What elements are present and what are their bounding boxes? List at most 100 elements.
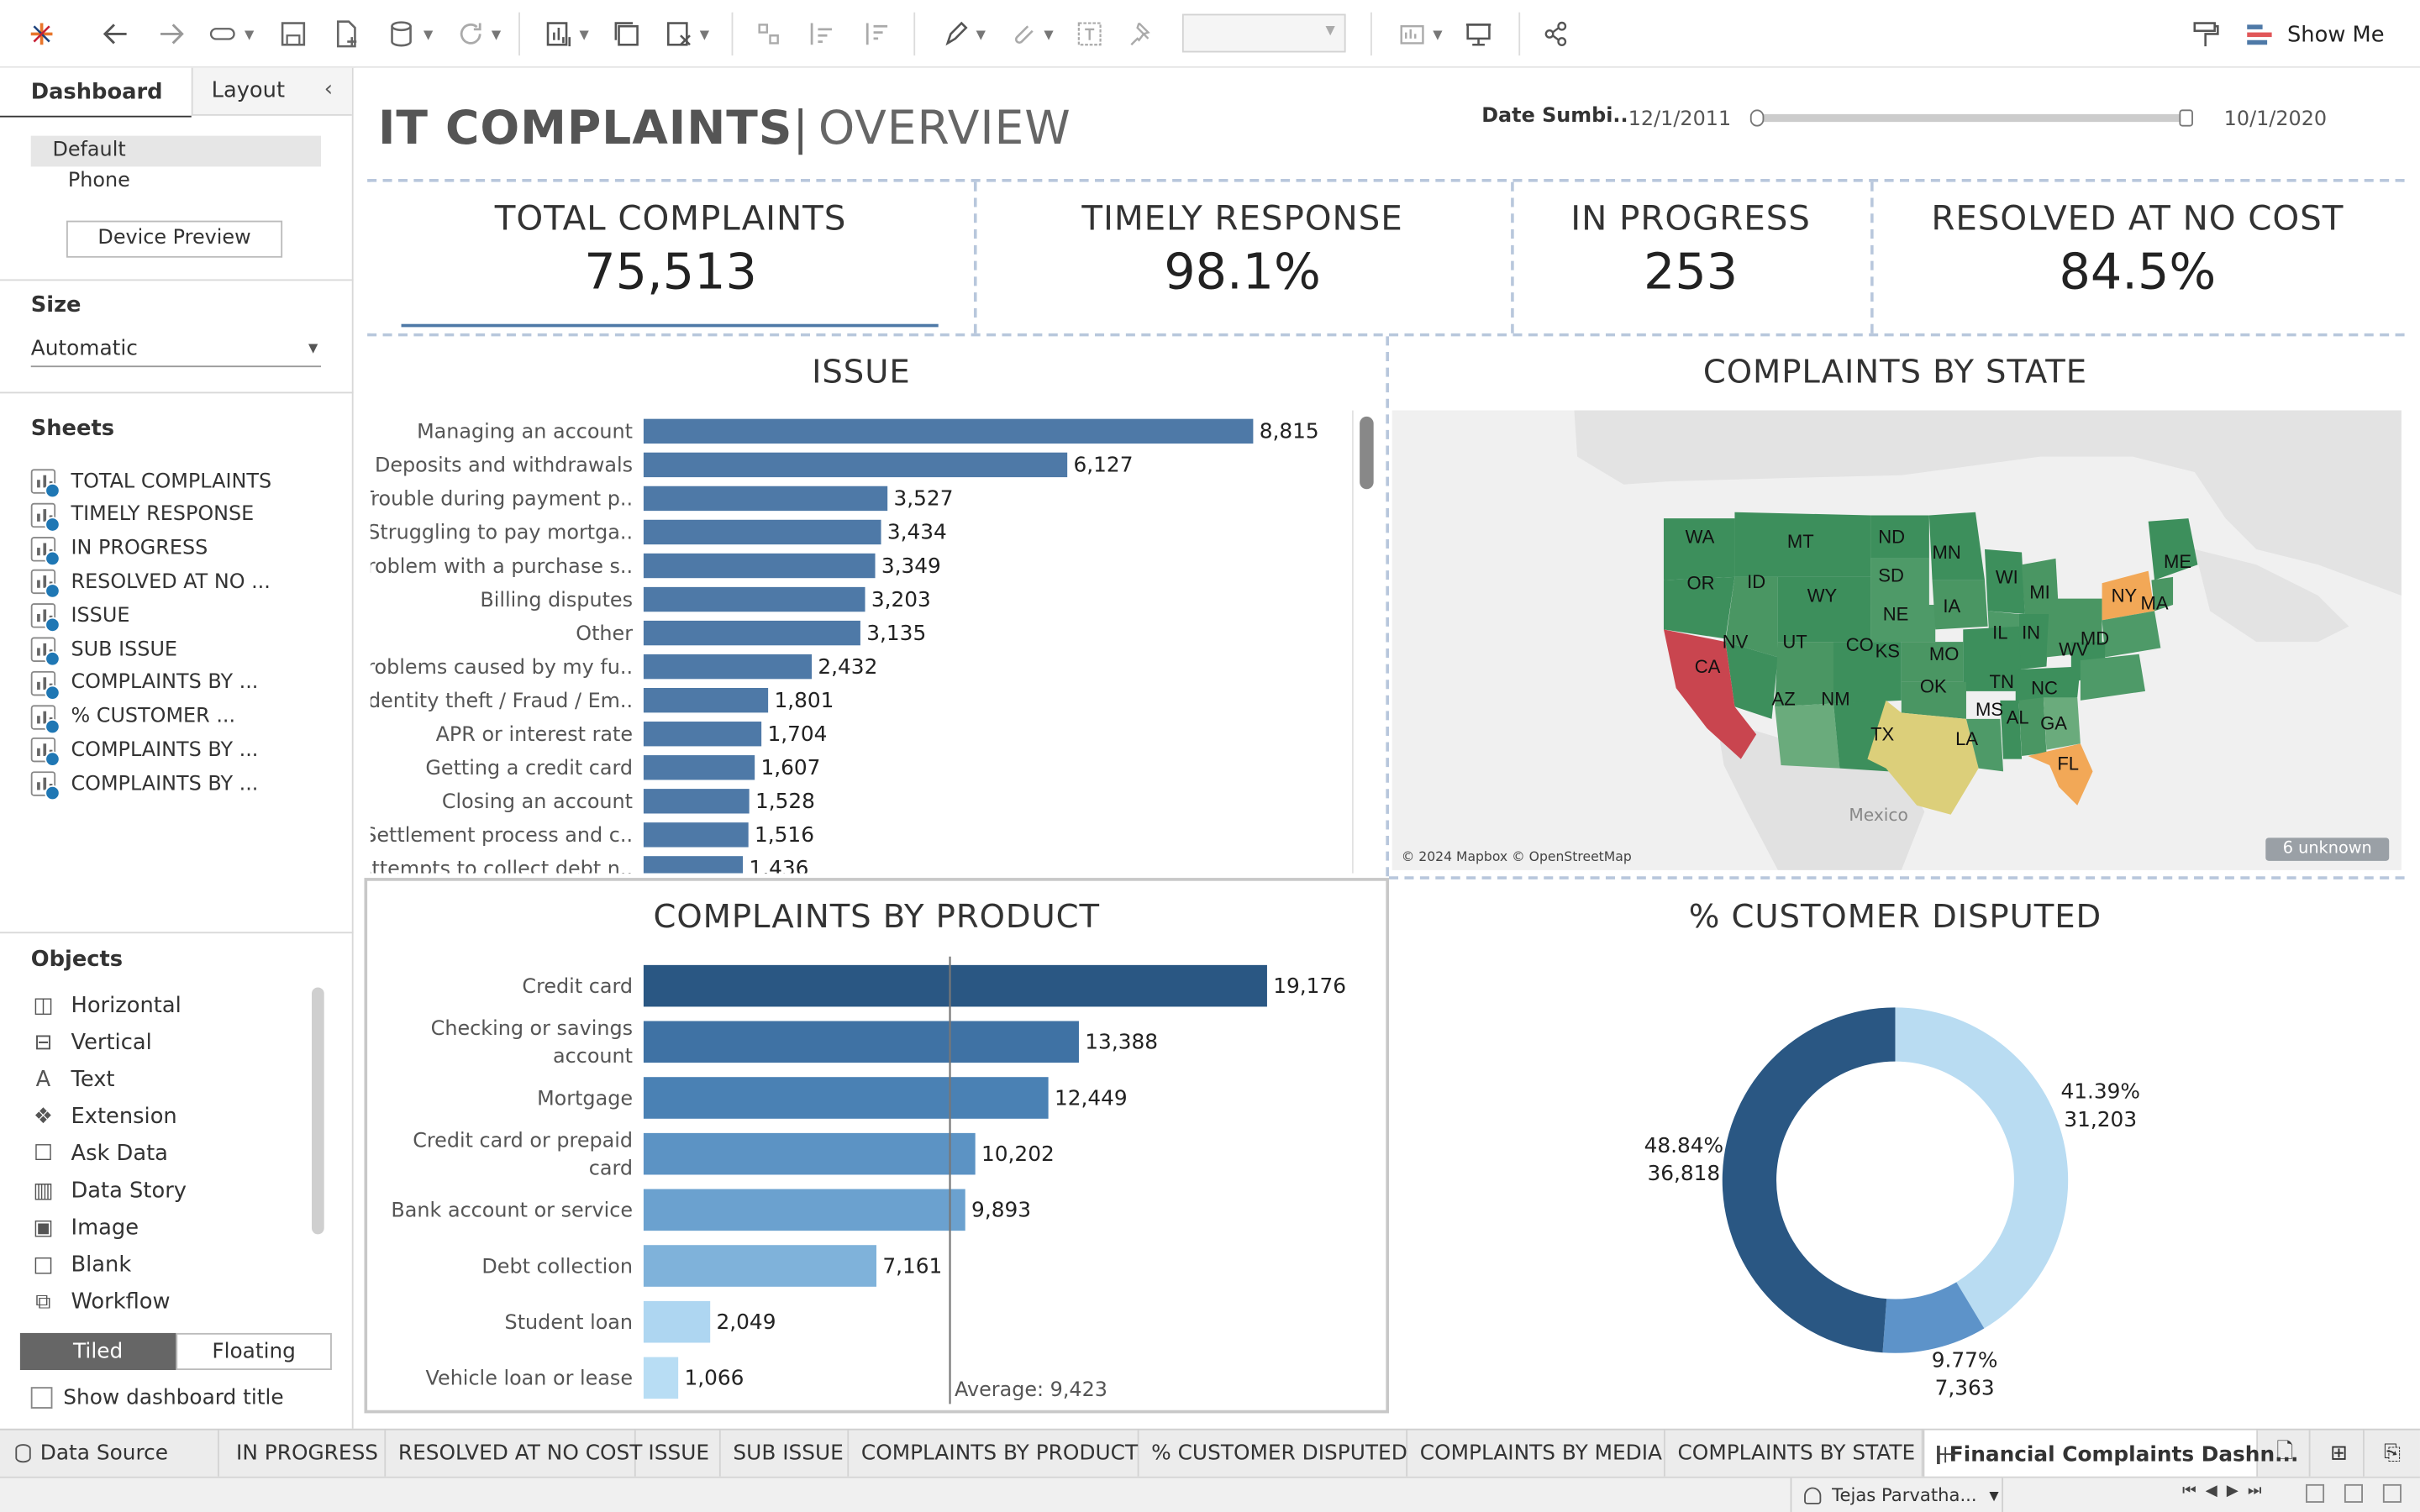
sheet-item[interactable]: ISSUE	[30, 601, 129, 633]
collapse-panel-icon[interactable]: ‹	[324, 77, 333, 102]
kpi-resolved-no-cost[interactable]: RESOLVED AT NO COST 84.5%	[1873, 181, 2402, 333]
map-state-label: IN	[2022, 622, 2040, 643]
objects-scrollbar[interactable]	[312, 987, 324, 1235]
issue-bar	[643, 452, 1068, 478]
device-default[interactable]: Default	[30, 135, 322, 167]
sheet-item[interactable]: TOTAL COMPLAINTS	[30, 466, 271, 499]
show-me-button[interactable]: Show Me	[2247, 18, 2385, 52]
sort-ascending-icon[interactable]	[802, 15, 839, 52]
new-worksheet-icon[interactable]: 🗋	[2261, 1430, 2311, 1477]
product-chart[interactable]: 19,176 13,388 12,449 10,202 9,893 7,161 2,049 1…	[371, 953, 1383, 1407]
save-icon[interactable]	[275, 15, 312, 52]
pin-icon[interactable]	[1123, 15, 1160, 52]
disputed-chart[interactable]: 41.39% 31,203 9.77% 7,363 48.84% 36,818	[1389, 953, 2402, 1407]
object-item[interactable]: A Text	[31, 1064, 115, 1095]
sheet-tab[interactable]: SUB ISSUE	[721, 1430, 850, 1477]
new-dashboard-icon[interactable]: ⊞	[2315, 1430, 2365, 1477]
tableau-logo-icon[interactable]	[22, 15, 62, 52]
tab-data-source[interactable]: Data Source	[0, 1430, 219, 1477]
slider-handle-end[interactable]	[2179, 109, 2193, 127]
sheet-tab[interactable]: IN PROGRESS	[224, 1430, 387, 1477]
sheet-item[interactable]: COMPLAINTS BY ...	[30, 735, 258, 768]
issue-bar	[643, 519, 881, 545]
user-name: Tejas Parvatha...	[1832, 1483, 1977, 1506]
object-item[interactable]: ⧉ Workflow	[31, 1287, 171, 1318]
duplicate-sheet-icon[interactable]	[608, 15, 645, 52]
new-datasource-icon[interactable]	[327, 15, 364, 52]
map-state-label: CA	[1695, 656, 1721, 677]
tiled-button[interactable]: Tiled	[19, 1332, 176, 1370]
size-value: Automatic	[30, 336, 138, 361]
filmstrip-view-icon[interactable]	[2344, 1483, 2363, 1503]
new-story-icon[interactable]: ⎘	[2367, 1431, 2417, 1477]
slider-handle-start[interactable]	[1749, 109, 1765, 127]
issue-scrollbar-thumb[interactable]	[1360, 416, 1374, 490]
redo-icon[interactable]	[151, 15, 192, 52]
sheet-tab[interactable]: COMPLAINTS BY STATE	[1665, 1430, 1923, 1477]
format-painter-icon[interactable]	[2186, 15, 2226, 52]
sheet-tab[interactable]: COMPLAINTS BY PRODUCT	[849, 1430, 1139, 1477]
object-item[interactable]: ▣ Image	[31, 1213, 139, 1244]
tabs-view-icon[interactable]	[2382, 1483, 2402, 1503]
refresh-icon[interactable]: ▼	[448, 15, 509, 52]
undo-icon[interactable]	[96, 15, 136, 52]
group-members-icon[interactable]: ▼	[1000, 15, 1061, 52]
kpi-timely-response[interactable]: TIMELY RESPONSE 98.1%	[976, 181, 1508, 333]
sort-descending-icon[interactable]	[858, 15, 895, 52]
size-select[interactable]: Automatic ▼	[30, 333, 322, 368]
object-item[interactable]: ☐ Ask Data	[31, 1138, 168, 1169]
product-value-label: 1,066	[685, 1366, 744, 1390]
floating-button[interactable]: Floating	[176, 1332, 332, 1370]
kpi-in-progress[interactable]: IN PROGRESS 253	[1513, 181, 1868, 333]
object-item[interactable]: ❖ Extension	[31, 1101, 177, 1132]
map-state-label: MA	[2141, 592, 2169, 613]
sheet-navigation[interactable]: ⏮◀▶⏭	[2182, 1483, 2270, 1499]
sheet-item[interactable]: IN PROGRESS	[30, 533, 208, 566]
issue-bar	[643, 418, 1254, 444]
new-sheet-icon[interactable]: ▼	[534, 15, 598, 52]
date-range-slider[interactable]	[1756, 113, 2189, 123]
sheet-item[interactable]: COMPLAINTS BY ...	[30, 668, 258, 701]
clear-sheet-icon[interactable]: ▼	[655, 15, 719, 52]
sheet-item[interactable]: SUB ISSUE	[30, 634, 178, 667]
sheet-tab[interactable]: COMPLAINTS BY MEDIA	[1407, 1430, 1665, 1477]
kpi-total-complaints[interactable]: TOTAL COMPLAINTS 75,513	[370, 181, 971, 333]
presentation-mode-icon[interactable]	[1460, 15, 1497, 52]
swap-rows-icon[interactable]	[750, 15, 787, 52]
sheet-tab[interactable]: % CUSTOMER DISPUTED	[1139, 1430, 1408, 1477]
sheet-item[interactable]: COMPLAINTS BY ...	[30, 769, 258, 801]
map-state-label: IA	[1943, 596, 1960, 617]
device-preview-button[interactable]: Device Preview	[66, 220, 283, 258]
issue-bar	[643, 486, 888, 512]
tab-dashboard[interactable]: Dashboard	[0, 67, 192, 116]
object-item[interactable]: □ Blank	[31, 1250, 131, 1281]
user-icon	[1804, 1486, 1822, 1504]
sheet-item[interactable]: RESOLVED AT NO ...	[30, 567, 271, 600]
show-title-checkbox[interactable]: Show dashboard title	[30, 1385, 284, 1410]
fit-dropdown[interactable]: ▼	[1181, 13, 1346, 53]
state-map[interactable]: WA MT ND MN ME OR ID WY SD WI MI NY MA N…	[1392, 410, 2402, 870]
share-icon[interactable]	[1537, 15, 1574, 52]
unknown-badge[interactable]: 6 unknown	[2265, 837, 2390, 861]
object-item[interactable]: ⊟ Vertical	[31, 1027, 152, 1058]
highlight-icon[interactable]: ▼	[932, 15, 993, 52]
product-value-label: 13,388	[1085, 1030, 1158, 1054]
sheet-tab[interactable]: RESOLVED AT NO COST	[386, 1430, 642, 1477]
tab-financial-complaints-dashboard[interactable]: Financial Complaints Dashn...	[1923, 1430, 2298, 1478]
sheet-tab[interactable]: ISSUE	[636, 1430, 721, 1477]
donut-count-label: 31,203	[2064, 1107, 2137, 1131]
device-phone[interactable]: Phone	[68, 170, 130, 194]
swap-icon[interactable]: ▼	[201, 15, 262, 52]
sheet-item-label: SUB ISSUE	[71, 638, 178, 662]
object-item[interactable]: ▥ Data Story	[31, 1176, 187, 1207]
sheet-item-label: RESOLVED AT NO ...	[71, 570, 271, 594]
chart-layout-icon[interactable]: ▼	[1389, 15, 1450, 52]
show-labels-icon[interactable]	[1071, 15, 1108, 52]
user-menu[interactable]: Tejas Parvatha... ▼	[1790, 1478, 2004, 1512]
object-item[interactable]: ◫ Horizontal	[31, 990, 182, 1021]
sheet-item[interactable]: TIMELY RESPONSE	[30, 500, 254, 533]
sheet-item[interactable]: % CUSTOMER ...	[30, 701, 235, 734]
grid-view-icon[interactable]	[2306, 1483, 2325, 1503]
issue-chart[interactable]: Managing an account 8,815 Deposits and wit…	[371, 411, 1352, 874]
datasource-icon[interactable]: ▼	[380, 15, 441, 52]
